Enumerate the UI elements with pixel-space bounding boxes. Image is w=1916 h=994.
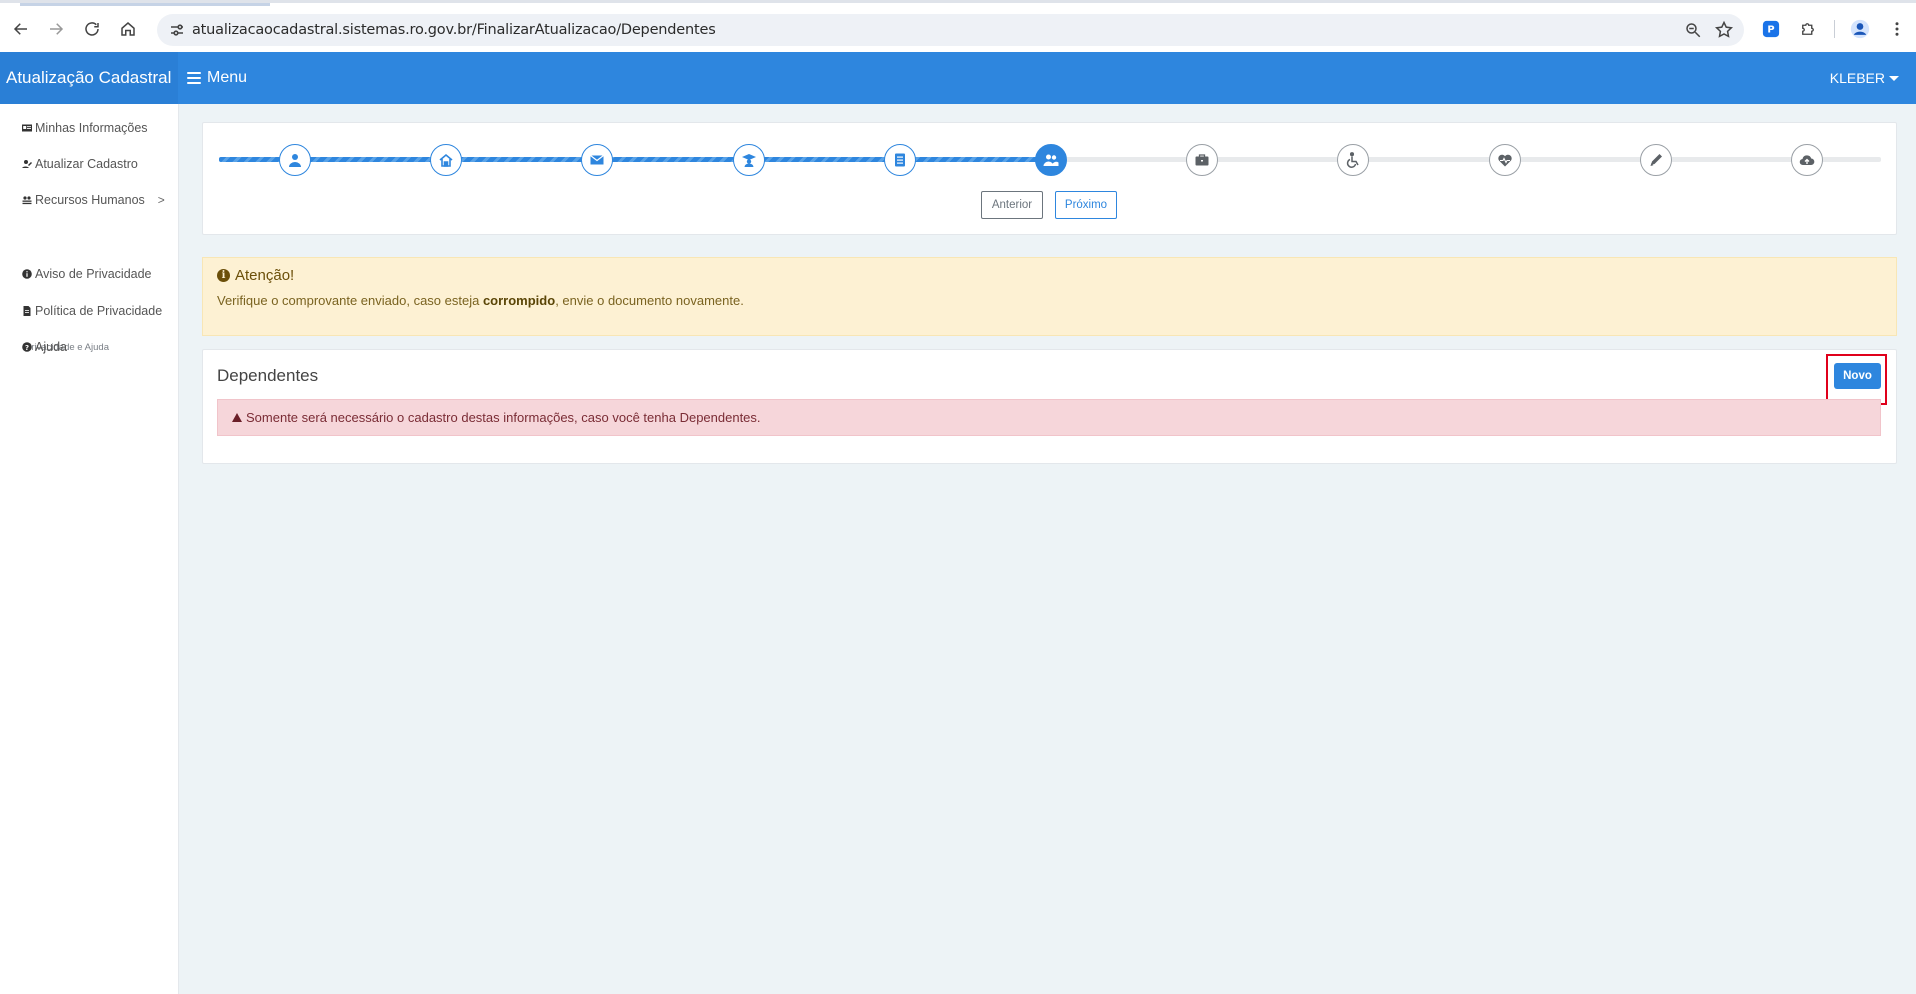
menu-label: Menu xyxy=(207,69,248,86)
app-header: Atualização Cadastral Menu KLEBER xyxy=(0,52,1916,104)
id-card-icon xyxy=(22,123,32,133)
step-briefcase-icon[interactable] xyxy=(1186,144,1218,176)
sidebar-item-aviso-privacidade[interactable]: Aviso de Privacidade xyxy=(22,267,152,281)
alert-title: i Atenção! xyxy=(217,267,294,284)
dependents-card: Dependentes Novo Somente será necessário… xyxy=(202,349,1897,464)
wizard-progress xyxy=(219,157,1049,162)
svg-text:P: P xyxy=(1767,25,1774,36)
profile-icon[interactable] xyxy=(1849,18,1871,40)
sidebar-item-label: Política de Privacidade xyxy=(35,304,163,318)
sidebar-item-label: Recursos Humanos xyxy=(35,193,145,207)
step-home-icon[interactable] xyxy=(430,144,462,176)
sidebar-item-atualizar-cadastro[interactable]: Atualizar Cadastro xyxy=(22,157,138,171)
attention-alert: i Atenção! Verifique o comprovante envia… xyxy=(202,257,1897,336)
chevron-right-icon: > xyxy=(157,193,165,207)
wizard-steps-card: Anterior Próximo xyxy=(202,122,1897,235)
question-circle-icon: ? xyxy=(22,342,32,352)
sidebar-item-label: Aviso de Privacidade xyxy=(35,267,152,281)
user-menu[interactable]: KLEBER xyxy=(1830,52,1899,104)
site-info-icon[interactable] xyxy=(169,22,185,38)
step-document-list-icon[interactable] xyxy=(884,144,916,176)
sidebar-item-label: Ajuda xyxy=(35,340,67,354)
dependents-notice: Somente será necessário o cadastro desta… xyxy=(217,399,1881,436)
info-circle-icon xyxy=(22,269,32,279)
sidebar-item-recursos-humanos[interactable]: Recursos Humanos > xyxy=(22,193,165,207)
notice-message: Somente será necessário o cadastro desta… xyxy=(232,410,761,425)
step-heartbeat-icon[interactable] xyxy=(1489,144,1521,176)
user-edit-icon xyxy=(22,159,32,169)
zoom-icon[interactable] xyxy=(1684,21,1702,39)
hamburger-icon xyxy=(187,72,201,84)
browser-toolbar: atualizacaocadastral.sistemas.ro.gov.br/… xyxy=(0,0,1916,52)
step-user-icon[interactable] xyxy=(279,144,311,176)
menu-toggle[interactable]: Menu xyxy=(187,52,247,104)
address-bar[interactable]: atualizacaocadastral.sistemas.ro.gov.br/… xyxy=(157,14,1744,46)
sidebar-item-minhas-informacoes[interactable]: Minhas Informações xyxy=(22,121,148,135)
dependents-title: Dependentes xyxy=(217,366,319,385)
step-pencil-icon[interactable] xyxy=(1640,144,1672,176)
sidebar-item-ajuda[interactable]: ? Ajuda xyxy=(22,340,67,354)
url-text[interactable]: atualizacaocadastral.sistemas.ro.gov.br/… xyxy=(192,22,716,38)
more-icon[interactable] xyxy=(1886,18,1908,40)
alert-message-bold: corrompido xyxy=(482,293,556,308)
alert-message-end: , envie o documento novamente. xyxy=(555,293,744,308)
active-tab-indicator xyxy=(20,3,270,6)
step-wheelchair-icon[interactable] xyxy=(1337,144,1369,176)
step-users-icon[interactable] xyxy=(1035,144,1067,176)
sidebar-item-label: Minhas Informações xyxy=(35,121,148,135)
sidebar-item-label: Atualizar Cadastro xyxy=(35,157,138,171)
alert-message: Verifique o comprovante enviado, caso es… xyxy=(217,293,744,308)
new-dependent-button[interactable]: Novo xyxy=(1834,363,1881,389)
reload-icon[interactable] xyxy=(81,18,103,40)
back-icon[interactable] xyxy=(10,18,32,40)
caret-down-icon xyxy=(1889,75,1899,81)
brand-title[interactable]: Atualização Cadastral xyxy=(0,52,178,104)
previous-button[interactable]: Anterior xyxy=(981,191,1043,219)
alert-message-start: Verifique o comprovante enviado, caso es… xyxy=(217,293,483,308)
step-envelope-icon[interactable] xyxy=(581,144,613,176)
toolbar-separator xyxy=(1834,20,1835,38)
next-button[interactable]: Próximo xyxy=(1055,191,1117,219)
info-circle-icon: i xyxy=(217,269,230,282)
puzzle-icon[interactable] xyxy=(1797,18,1819,40)
sidebar: Minhas Informações Atualizar Cadastro Re… xyxy=(0,104,179,994)
home-icon[interactable] xyxy=(117,18,139,40)
warning-triangle-icon xyxy=(232,413,242,422)
document-icon xyxy=(22,306,32,316)
user-name: KLEBER xyxy=(1829,70,1885,86)
step-cloud-upload-icon[interactable] xyxy=(1791,144,1823,176)
alert-title-text: Atenção! xyxy=(235,267,295,284)
extension-icon[interactable]: P xyxy=(1760,18,1782,40)
users-icon xyxy=(22,195,32,205)
forward-icon[interactable] xyxy=(45,18,67,40)
sidebar-item-politica-privacidade[interactable]: Política de Privacidade xyxy=(22,304,162,318)
star-icon[interactable] xyxy=(1714,20,1734,40)
svg-text:?: ? xyxy=(25,344,29,352)
step-graduation-icon[interactable] xyxy=(733,144,765,176)
notice-text: Somente será necessário o cadastro desta… xyxy=(246,410,761,425)
